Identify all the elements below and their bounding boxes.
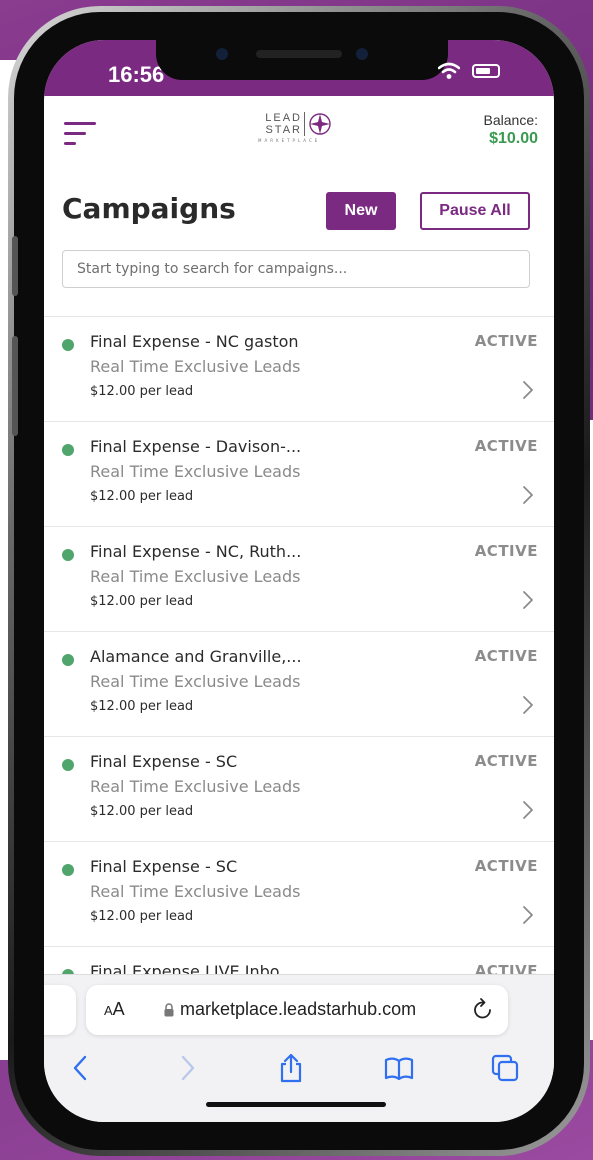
campaign-list-item[interactable]: Final Expense - SC Real Time Exclusive Le… xyxy=(44,842,554,947)
campaign-price: $12.00 per lead xyxy=(90,489,194,504)
browser-toolbar: AA marketplace.leadstarhub.com xyxy=(44,974,554,1122)
campaign-status: ACTIVE xyxy=(474,437,538,455)
hamburger-menu-icon[interactable] xyxy=(64,118,96,148)
url-text: marketplace.leadstarhub.com xyxy=(180,999,417,1019)
chevron-right-icon xyxy=(523,381,533,399)
phone-bezel: 16:56 LEAD STAR MARKETPLACE Balance: $10… xyxy=(14,12,584,1150)
compass-star-icon xyxy=(309,113,331,135)
status-dot xyxy=(62,444,74,456)
phone-side-button xyxy=(12,336,18,436)
balance-value: $10.00 xyxy=(489,130,538,147)
campaign-name: Final Expense - SC xyxy=(90,752,238,771)
chevron-right-icon xyxy=(523,801,533,819)
balance-label: Balance: xyxy=(483,112,538,128)
pause-all-button[interactable]: Pause All xyxy=(420,192,530,230)
campaign-price: $12.00 per lead xyxy=(90,384,194,399)
status-bar: 16:56 xyxy=(44,40,554,96)
browser-nav-bar xyxy=(44,1047,554,1097)
back-arrow-icon[interactable] xyxy=(66,1053,96,1083)
campaign-list-item[interactable]: Final Expense - Davison-... Real Time Exc… xyxy=(44,422,554,527)
home-indicator xyxy=(206,1102,386,1107)
campaign-type: Real Time Exclusive Leads xyxy=(90,357,301,376)
camera-icon xyxy=(216,48,228,60)
lock-icon xyxy=(164,1003,174,1017)
campaign-price: $12.00 per lead xyxy=(90,804,194,819)
status-dot xyxy=(62,759,74,771)
address-bar[interactable]: AA marketplace.leadstarhub.com xyxy=(86,985,508,1035)
campaign-list-item[interactable]: Final Expense - NC gaston Real Time Exclu… xyxy=(44,317,554,422)
campaign-price: $12.00 per lead xyxy=(90,909,194,924)
text-size-button[interactable]: AA xyxy=(104,999,125,1020)
tabs-icon[interactable] xyxy=(490,1053,520,1083)
campaign-status: ACTIVE xyxy=(474,647,538,665)
share-icon[interactable] xyxy=(276,1053,306,1083)
logo-subtitle: MARKETPLACE xyxy=(258,138,321,143)
campaign-status: ACTIVE xyxy=(474,752,538,770)
phone-frame: 16:56 LEAD STAR MARKETPLACE Balance: $10… xyxy=(8,6,590,1156)
previous-tab-preview[interactable] xyxy=(44,985,76,1035)
camera-notch xyxy=(156,40,448,80)
speaker-grille xyxy=(256,50,342,58)
balance-display: Balance: $10.00 xyxy=(484,112,538,148)
logo-divider xyxy=(304,112,305,136)
campaign-list: Final Expense - NC gaston Real Time Exclu… xyxy=(44,316,554,1052)
battery-icon xyxy=(472,64,500,78)
chevron-right-icon xyxy=(523,591,533,609)
campaign-price: $12.00 per lead xyxy=(90,594,194,609)
reload-icon[interactable] xyxy=(472,997,494,1021)
campaign-list-item[interactable]: Alamance and Granville,... Real Time Excl… xyxy=(44,632,554,737)
campaign-type: Real Time Exclusive Leads xyxy=(90,882,301,901)
logo-wordmark: LEAD STAR xyxy=(265,112,302,136)
campaign-name: Alamance and Granville,... xyxy=(90,647,302,666)
new-campaign-button[interactable]: New xyxy=(326,192,396,230)
wifi-icon xyxy=(437,62,461,85)
campaign-type: Real Time Exclusive Leads xyxy=(90,777,301,796)
campaign-type: Real Time Exclusive Leads xyxy=(90,567,301,586)
campaign-price: $12.00 per lead xyxy=(90,699,194,714)
sensor-icon xyxy=(356,48,368,60)
status-dot xyxy=(62,654,74,666)
campaign-status: ACTIVE xyxy=(474,542,538,560)
campaign-name: Final Expense - NC gaston xyxy=(90,332,299,351)
status-dot xyxy=(62,549,74,561)
bookmarks-icon[interactable] xyxy=(384,1053,414,1083)
chevron-right-icon xyxy=(523,696,533,714)
status-dot xyxy=(62,339,74,351)
campaign-search-input[interactable] xyxy=(62,250,530,288)
lead-star-logo: LEAD STAR MARKETPLACE xyxy=(258,112,338,152)
forward-arrow-icon[interactable] xyxy=(172,1053,202,1083)
status-time: 16:56 xyxy=(108,62,165,87)
campaign-name: Final Expense - SC xyxy=(90,857,238,876)
campaign-name: Final Expense - Davison-... xyxy=(90,437,302,456)
chevron-right-icon xyxy=(523,486,533,504)
campaign-type: Real Time Exclusive Leads xyxy=(90,462,301,481)
campaign-type: Real Time Exclusive Leads xyxy=(90,672,301,691)
status-dot xyxy=(62,864,74,876)
chevron-right-icon xyxy=(523,906,533,924)
campaign-list-item[interactable]: Final Expense - SC Real Time Exclusive Le… xyxy=(44,737,554,842)
campaign-list-item[interactable]: Final Expense - NC, Ruth... Real Time Exc… xyxy=(44,527,554,632)
campaign-status: ACTIVE xyxy=(474,857,538,875)
phone-screen: 16:56 LEAD STAR MARKETPLACE Balance: $10… xyxy=(44,40,554,1122)
campaign-status: ACTIVE xyxy=(474,332,538,350)
campaign-name: Final Expense - NC, Ruth... xyxy=(90,542,302,561)
page-title: Campaigns xyxy=(62,192,236,225)
phone-side-button xyxy=(12,236,18,296)
app-header: LEAD STAR MARKETPLACE Balance: $10.00 xyxy=(44,96,554,186)
